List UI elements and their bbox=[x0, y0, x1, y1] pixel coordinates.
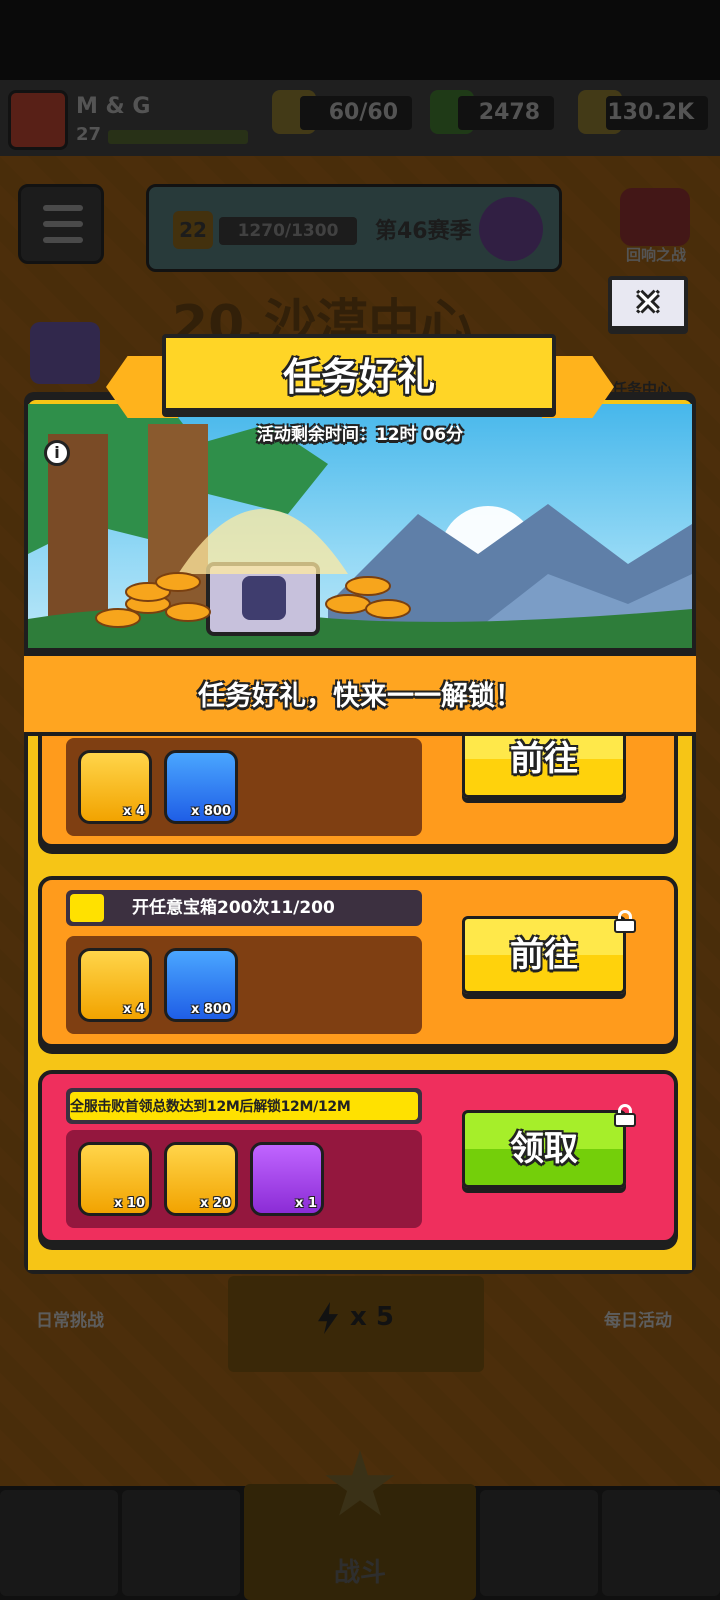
task-progress-label: 全服击败首领总数达到12M后解锁12M/12M bbox=[66, 1088, 422, 1124]
reward-qty: x 800 bbox=[190, 804, 231, 819]
lock-icon bbox=[614, 1104, 636, 1127]
chest-icon[interactable]: x 4 bbox=[78, 750, 152, 824]
reward-qty: x 20 bbox=[199, 1196, 231, 1211]
claim-button[interactable]: 领取 bbox=[462, 1110, 626, 1188]
reward-qty: x 10 bbox=[113, 1196, 145, 1211]
reward-panel: x 4 x 800 bbox=[66, 738, 422, 836]
task-card: x 4 x 800 前往 bbox=[38, 736, 678, 848]
flame-essence-icon[interactable]: x 800 bbox=[164, 750, 238, 824]
go-button[interactable]: 前往 bbox=[462, 916, 626, 994]
reward-qty: x 4 bbox=[123, 804, 145, 819]
event-timer: 活动剩余时间：12时 06分 bbox=[256, 425, 464, 445]
reward-qty: x 800 bbox=[190, 1002, 231, 1017]
task-card: 开任意宝箱200次11/200 x 4 x 800 前往 bbox=[38, 876, 678, 1048]
reward-qty: x 4 bbox=[123, 1002, 145, 1017]
chest-icon[interactable]: x 20 bbox=[164, 1142, 238, 1216]
subtitle-bar: 任务好礼，快来一一解锁！ bbox=[24, 652, 696, 736]
task-progress-label: 开任意宝箱200次11/200 bbox=[66, 890, 422, 926]
reward-panel: x 4 x 800 bbox=[66, 936, 422, 1034]
reward-qty: x 1 bbox=[295, 1196, 317, 1211]
reward-panel: x 10 x 20 x 1 bbox=[66, 1130, 422, 1228]
title-plate: 任务好礼 bbox=[162, 334, 556, 412]
close-icon: ✕ bbox=[633, 283, 663, 323]
blueprint-icon[interactable]: x 10 bbox=[78, 1142, 152, 1216]
go-button[interactable]: 前往 bbox=[462, 736, 626, 798]
flame-essence-icon[interactable]: x 800 bbox=[164, 948, 238, 1022]
task-description: 开任意宝箱200次11/200 bbox=[132, 898, 335, 918]
skill-card-icon[interactable]: x 1 bbox=[250, 1142, 324, 1216]
task-card: 全服击败首领总数达到12M后解锁12M/12M x 10 x 20 x 1 领取 bbox=[38, 1070, 678, 1244]
lock-icon bbox=[614, 910, 636, 933]
task-progress-fill bbox=[70, 894, 104, 922]
task-description: 全服击败首领总数达到12M后解锁12M/12M bbox=[70, 1099, 351, 1115]
task-list[interactable]: x 4 x 800 前往 开任意宝箱200次11/200 x 4 x 800 前… bbox=[28, 736, 692, 1270]
modal-title: 任务好礼 bbox=[282, 355, 435, 399]
modal-subtitle: 任务好礼，快来一一解锁！ bbox=[198, 681, 522, 712]
close-button[interactable]: ✕ bbox=[608, 276, 688, 330]
chest-icon[interactable]: x 4 bbox=[78, 948, 152, 1022]
